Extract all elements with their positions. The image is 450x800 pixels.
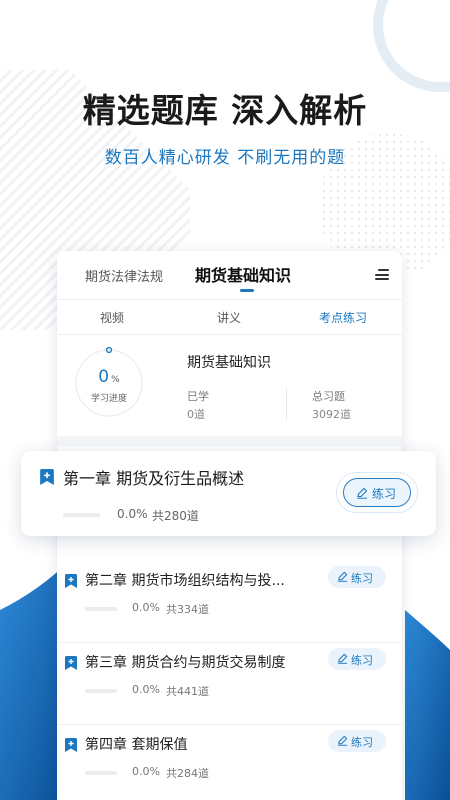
practice-label: 练习	[372, 487, 397, 501]
total-value: 3092道	[312, 408, 351, 421]
progress-value: 0%	[98, 367, 120, 387]
summary-title: 期货基础知识	[187, 355, 271, 371]
chapter-item[interactable]: 第二章 期货市场组织结构与投... 0.0% 共334道 练习	[57, 564, 402, 650]
hero-subtitle: 数百人精心研发 不刷无用的题	[104, 148, 346, 168]
subtab-exercise[interactable]: 考点练习	[319, 309, 367, 326]
chapter-item[interactable]: 第三章 期货合约与期货交易制度 0.0% 共441道 练习	[57, 646, 402, 732]
divider	[57, 642, 402, 643]
practice-button[interactable]: 练习	[343, 478, 411, 507]
chapter-percent: 0.0%	[117, 507, 148, 521]
subject-tabs: 期货法律法规 期货基础知识	[57, 251, 402, 299]
pen-icon	[337, 653, 348, 664]
chapter-item[interactable]: 第四章 套期保值 0.0% 共284道 练习	[57, 728, 402, 800]
tab-futures-law[interactable]: 期货法律法规	[85, 266, 163, 285]
stat-divider	[286, 388, 287, 420]
practice-label: 练习	[351, 736, 373, 749]
hero-title: 精选题库 深入解析	[82, 91, 368, 130]
practice-label: 练习	[351, 654, 373, 667]
learned-value: 0道	[187, 408, 205, 421]
bookmark-plus-icon	[65, 656, 77, 670]
chapter-progress-bar	[85, 607, 117, 611]
bookmark-plus-icon	[40, 469, 54, 485]
pen-icon	[357, 487, 368, 499]
study-progress-ring: 0% 学习进度	[73, 347, 145, 419]
chapter-title: 第四章 套期保值	[85, 737, 188, 753]
chapter-percent: 0.0%	[132, 765, 160, 778]
chapter-progress-bar	[85, 689, 117, 693]
practice-label: 练习	[351, 572, 373, 585]
chapter-question-count: 共280道	[152, 509, 199, 523]
section-separator	[57, 436, 402, 446]
chapter-title: 第二章 期货市场组织结构与投...	[85, 573, 285, 589]
tab-futures-basics[interactable]: 期货基础知识	[195, 262, 291, 286]
chapter-question-count: 共284道	[166, 767, 209, 780]
chapter-progress-bar	[85, 771, 117, 775]
chapter-title: 第一章 期货及衍生品概述	[63, 469, 245, 488]
chapter-title: 第三章 期货合约与期货交易制度	[85, 655, 286, 671]
chapter-question-count: 共334道	[166, 603, 209, 616]
progress-label: 学习进度	[90, 394, 127, 404]
bookmark-plus-icon	[65, 574, 77, 588]
bookmark-plus-icon	[65, 738, 77, 752]
practice-button[interactable]: 练习	[328, 648, 386, 670]
subtab-notes[interactable]: 讲义	[217, 309, 241, 326]
active-tab-indicator	[240, 289, 254, 292]
practice-button[interactable]: 练习	[328, 730, 386, 752]
practice-button[interactable]: 练习	[328, 566, 386, 588]
pen-icon	[337, 571, 348, 582]
content-subtabs: 视频 讲义 考点练习	[57, 299, 402, 335]
divider	[57, 724, 402, 725]
chapter-progress-bar	[63, 513, 100, 517]
menu-icon[interactable]	[375, 269, 389, 280]
learned-label: 已学	[187, 390, 209, 403]
featured-chapter-item[interactable]: 第一章 期货及衍生品概述 0.0% 共280道 练习	[21, 451, 436, 536]
chapter-question-count: 共441道	[166, 685, 209, 698]
chapter-percent: 0.0%	[132, 683, 160, 696]
pen-icon	[337, 735, 348, 746]
chapter-percent: 0.0%	[132, 601, 160, 614]
total-label: 总习题	[312, 390, 345, 403]
subtab-video[interactable]: 视频	[100, 309, 124, 326]
progress-unit: %	[111, 375, 120, 385]
